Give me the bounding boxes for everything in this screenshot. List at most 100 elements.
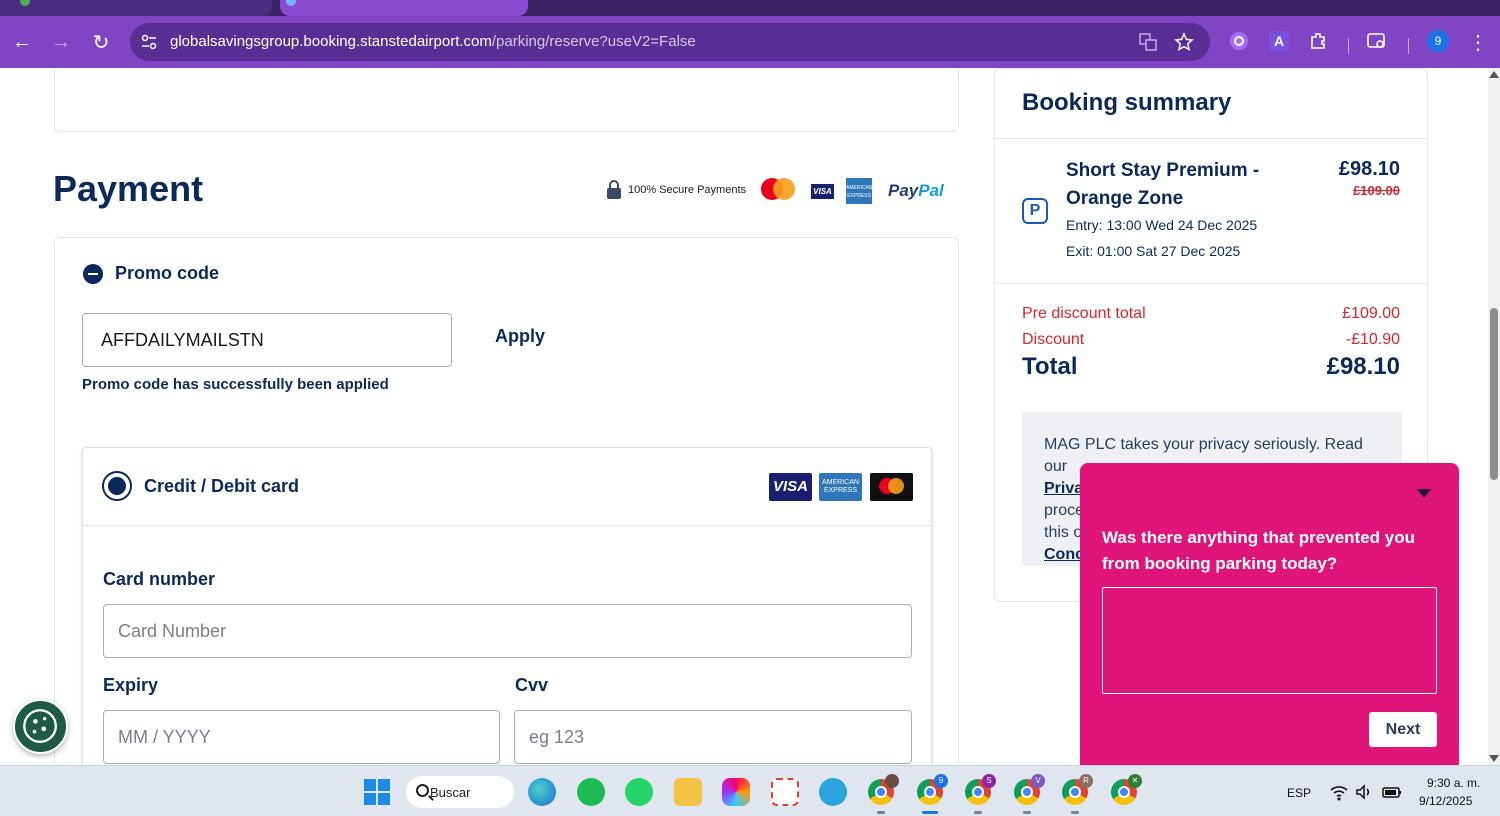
- bookmark-star-icon[interactable]: [1174, 32, 1194, 52]
- extension-a-icon[interactable]: A: [1268, 30, 1290, 52]
- running-indicator: [974, 811, 982, 814]
- promo-code-toggle[interactable]: Promo code: [83, 263, 219, 284]
- promo-code-label: Promo code: [115, 263, 220, 283]
- visa-card-icon: VISA: [769, 473, 812, 501]
- paypal-pay-text: Pay: [888, 181, 919, 200]
- spotify-icon[interactable]: [577, 778, 605, 806]
- chrome-profile-badge: S: [982, 774, 996, 788]
- collapse-triangle-icon[interactable]: [1417, 489, 1431, 498]
- total-value: £98.10: [1326, 353, 1400, 380]
- snipping-tool-icon[interactable]: [771, 778, 799, 806]
- payment-card: Promo code AFFDAILYMAILSTN Apply Promo c…: [54, 237, 959, 765]
- volume-icon[interactable]: [1355, 783, 1373, 801]
- page-scrollbar[interactable]: [1488, 68, 1500, 765]
- pre-discount-value: £109.00: [1342, 305, 1400, 322]
- taskbar-search[interactable]: Buscar: [406, 776, 514, 808]
- browser-tab-active[interactable]: [280, 0, 528, 16]
- wifi-icon[interactable]: [1329, 783, 1349, 801]
- visa-logo-icon: VISA: [811, 184, 834, 199]
- mastercard-logo-icon: [761, 178, 795, 200]
- battery-icon[interactable]: [1381, 783, 1403, 801]
- total-row: Total £98.10: [1022, 353, 1400, 381]
- search-icon: [416, 784, 429, 797]
- toolbar-separator: [1408, 38, 1409, 54]
- profile-avatar[interactable]: 9: [1427, 30, 1449, 52]
- copilot-icon[interactable]: [722, 778, 750, 806]
- privacy-notice-link[interactable]: Priva: [1044, 480, 1083, 497]
- secure-payments-text: 100% Secure Payments: [628, 184, 747, 196]
- whatsapp-icon[interactable]: [625, 778, 653, 806]
- parking-icon: P: [1022, 198, 1048, 224]
- edge-icon[interactable]: [528, 778, 556, 806]
- svg-text:A: A: [1274, 33, 1284, 49]
- keyboard-language[interactable]: ESP: [1287, 786, 1311, 800]
- reload-button[interactable]: ↻: [87, 28, 115, 56]
- credit-card-title: Credit / Debit card: [144, 476, 300, 496]
- toolbar-separator: [1348, 38, 1349, 54]
- payment-title: Payment: [53, 168, 204, 209]
- telegram-icon[interactable]: [819, 778, 847, 806]
- credit-card-section: Credit / Debit card VISA AMERICAN EXPRES…: [82, 447, 932, 765]
- file-explorer-icon[interactable]: [674, 778, 702, 806]
- collapse-minus-icon: [83, 263, 103, 284]
- entry-time: Entry: 13:00 Wed 24 Dec 2025: [1066, 217, 1258, 233]
- address-bar[interactable]: globalsavingsgroup.booking.stanstedairpo…: [130, 23, 1210, 61]
- cvv-input[interactable]: eg 123: [514, 710, 912, 764]
- promo-code-input[interactable]: AFFDAILYMAILSTN: [82, 313, 452, 367]
- url-host: globalsavingsgroup.booking.stanstedairpo…: [170, 33, 492, 50]
- tab-favicon: [20, 0, 30, 6]
- survey-answer-textarea[interactable]: [1102, 587, 1437, 694]
- chrome-profile-badge: 9: [934, 774, 948, 788]
- expiry-input[interactable]: MM / YYYY: [103, 710, 500, 764]
- browser-tab-inactive[interactable]: [0, 0, 272, 16]
- cvv-label: Cvv: [515, 675, 549, 695]
- url-path: /parking/reserve?useV2=False: [491, 33, 696, 50]
- divider: [995, 138, 1427, 139]
- scroll-up-arrow-icon[interactable]: [1489, 71, 1499, 78]
- tab-strip: [0, 0, 1500, 16]
- translate-icon[interactable]: [1138, 32, 1158, 52]
- forward-button[interactable]: →: [47, 28, 75, 56]
- amex-logo-icon: AMERICAN EXPRESS: [846, 178, 872, 204]
- credit-card-header[interactable]: Credit / Debit card VISA AMERICAN EXPRES…: [83, 448, 931, 526]
- windows-start-icon[interactable]: [364, 779, 390, 805]
- taskbar-search-label: Buscar: [430, 784, 471, 800]
- chrome-profile-badge: ✕: [1128, 774, 1142, 788]
- extensions-puzzle-icon[interactable]: [1308, 30, 1330, 52]
- survey-question: Was there anything that prevented you fr…: [1102, 528, 1415, 573]
- previous-section-card: [54, 68, 959, 132]
- divider: [995, 283, 1427, 284]
- product-price: £98.10: [1338, 158, 1400, 180]
- scrollbar-thumb[interactable]: [1490, 308, 1498, 480]
- apply-promo-button[interactable]: Apply: [495, 326, 545, 347]
- card-number-label: Card number: [103, 569, 216, 589]
- mastercard-card-icon: [870, 473, 913, 501]
- back-button[interactable]: ←: [8, 28, 36, 56]
- scroll-down-arrow-icon[interactable]: [1489, 755, 1499, 762]
- site-info-icon[interactable]: [140, 33, 158, 51]
- paypal-pal-text: Pal: [918, 181, 944, 200]
- chrome-profile-badge: V: [1031, 774, 1045, 788]
- promo-success-message: Promo code has successfully been applied: [82, 376, 389, 393]
- url-text: globalsavingsgroup.booking.stanstedairpo…: [170, 33, 696, 50]
- clock-time[interactable]: 9:30 a. m.: [1427, 776, 1480, 790]
- clock-date[interactable]: 9/12/2025: [1419, 794, 1472, 808]
- extension-vpn-icon[interactable]: [1228, 30, 1250, 52]
- survey-next-button[interactable]: Next: [1369, 712, 1437, 747]
- browser-toolbar: ← → ↻ globalsavingsgroup.booking.stanste…: [0, 16, 1500, 68]
- menu-kebab-icon[interactable]: ⋮: [1464, 28, 1492, 56]
- product-old-price: £109.00: [1353, 183, 1400, 198]
- discount-row: Discount -£10.90: [1022, 331, 1400, 349]
- total-label: Total: [1022, 353, 1078, 380]
- running-indicator: [1071, 811, 1079, 814]
- paypal-logo-icon: PayPal: [888, 181, 944, 201]
- feedback-survey-popup: Was there anything that prevented you fr…: [1080, 463, 1459, 765]
- chrome-profile-avatar-icon: [885, 774, 899, 788]
- amex-card-icon: AMERICAN EXPRESS: [819, 473, 862, 501]
- credit-card-radio[interactable]: [102, 471, 132, 501]
- windows-taskbar: Buscar 9 S V R ✕ ESP 9:30 a. m. 9/12/202…: [0, 765, 1500, 816]
- conditions-link[interactable]: Conc: [1044, 546, 1084, 563]
- card-number-input[interactable]: Card Number: [103, 604, 912, 658]
- tab-search-icon[interactable]: [1366, 30, 1388, 52]
- cookie-settings-icon[interactable]: [13, 699, 68, 754]
